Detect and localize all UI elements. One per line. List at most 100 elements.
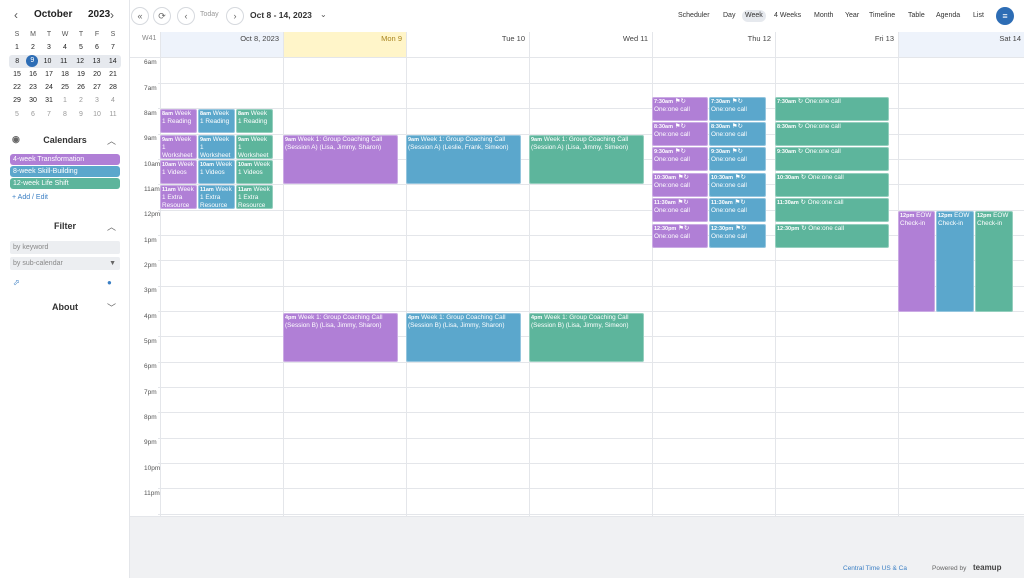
mini-day[interactable]: 5 — [9, 108, 25, 121]
view-tab-day[interactable]: Day — [720, 10, 738, 22]
event[interactable]: 11am Week 1 Extra Resource — [198, 185, 235, 209]
add-edit-calendars-link[interactable]: + Add / Edit — [12, 194, 48, 201]
mini-day-today[interactable]: 9 — [26, 54, 39, 67]
view-tab-month[interactable]: Month — [811, 10, 836, 22]
day-header-mon[interactable]: Mon 9 — [283, 32, 406, 58]
event[interactable]: 8am Week 1 Reading — [198, 109, 235, 133]
menu-icon[interactable]: ≡ — [996, 7, 1014, 25]
event[interactable]: 12pm EOW Check-in — [975, 211, 1013, 312]
event[interactable]: 12:30pm ⚑↻ One:one call — [652, 224, 708, 248]
mini-day[interactable]: 30 — [25, 94, 41, 107]
event[interactable]: 9am Week 1: Group Coaching Call (Session… — [283, 135, 398, 184]
mini-day[interactable]: 22 — [9, 81, 25, 94]
chevron-down-icon[interactable]: ﹀ — [107, 301, 116, 314]
keyword-filter-input[interactable]: by keyword — [10, 241, 120, 254]
calendar-item-12-week[interactable]: 12-week Life Shift — [10, 178, 120, 189]
event[interactable]: 4pm Week 1: Group Coaching Call (Session… — [529, 313, 644, 362]
chevron-up-icon[interactable]: ︿ — [107, 220, 116, 233]
mini-day[interactable]: 1 — [57, 94, 73, 107]
event[interactable]: 4pm Week 1: Group Coaching Call (Session… — [283, 313, 398, 362]
refresh-button[interactable]: ⟳ — [153, 7, 171, 25]
help-icon[interactable]: ● — [107, 278, 112, 287]
event[interactable]: 12:30pm ⚑↻ One:one call — [709, 224, 766, 248]
mini-day[interactable]: 5 — [73, 41, 89, 54]
event[interactable]: 10:30am ⚑↻ One:one call — [709, 173, 766, 197]
view-tab-agenda[interactable]: Agenda — [933, 10, 963, 22]
day-header-thu[interactable]: Thu 12 — [652, 32, 775, 58]
mini-day[interactable]: 15 — [9, 68, 25, 81]
mini-day[interactable]: 21 — [105, 68, 121, 81]
day-header-fri[interactable]: Fri 13 — [775, 32, 898, 58]
day-header-sun[interactable]: Oct 8, 2023 — [160, 32, 283, 58]
event[interactable]: 10:30am ⚑↻ One:one call — [652, 173, 708, 197]
mini-day[interactable]: 4 — [105, 94, 121, 107]
mini-day[interactable]: 31 — [41, 94, 57, 107]
next-month-button[interactable]: › — [110, 8, 114, 22]
view-tab-scheduler[interactable]: Scheduler — [675, 10, 713, 22]
event[interactable]: 4pm Week 1: Group Coaching Call (Session… — [406, 313, 521, 362]
event[interactable]: 9am Week 1 Worksheet — [198, 135, 235, 159]
prev-week-button[interactable]: ‹ — [177, 7, 195, 25]
mini-day[interactable]: 6 — [89, 41, 105, 54]
mini-day[interactable]: 2 — [73, 94, 89, 107]
calendar-item-8-week[interactable]: 8-week Skill-Building — [10, 166, 120, 177]
filter-section-header[interactable]: Filter ︿ — [10, 219, 120, 235]
view-tab-timeline[interactable]: Timeline — [866, 10, 898, 22]
view-tab-list[interactable]: List — [970, 10, 987, 22]
event[interactable]: 9am Week 1: Group Coaching Call (Session… — [406, 135, 521, 184]
mini-day[interactable]: 7 — [41, 108, 57, 121]
event[interactable]: 8am Week 1 Reading — [236, 109, 273, 133]
mini-day[interactable]: 13 — [88, 55, 104, 68]
mini-day[interactable]: 19 — [73, 68, 89, 81]
event[interactable]: 9:30am ⚑↻ One:one call — [709, 147, 766, 171]
mini-day[interactable]: 17 — [41, 68, 57, 81]
mini-day[interactable]: 29 — [9, 94, 25, 107]
event[interactable]: 10am Week 1 Videos — [160, 160, 197, 184]
calendars-section-header[interactable]: ◉ Calendars ︿ — [10, 133, 120, 149]
view-tab-week[interactable]: Week — [742, 10, 766, 22]
collapse-sidebar-button[interactable]: « — [131, 7, 149, 25]
mini-day[interactable]: 2 — [25, 41, 41, 54]
mini-day[interactable]: 3 — [89, 94, 105, 107]
mini-day[interactable]: 9 — [73, 108, 89, 121]
event[interactable]: 7:30am ⚑↻ One:one call — [709, 97, 766, 121]
mini-day[interactable]: 18 — [57, 68, 73, 81]
event[interactable]: 9:30am ↻ One:one call — [775, 147, 889, 171]
mini-day[interactable]: 11 — [56, 55, 72, 68]
day-header-sat[interactable]: Sat 14 — [898, 32, 1024, 58]
mini-day[interactable]: 20 — [89, 68, 105, 81]
event[interactable]: 8:30am ↻ One:one call — [775, 122, 889, 146]
event[interactable]: 11:30am ⚑↻ One:one call — [709, 198, 766, 222]
teamup-logo[interactable]: teamup — [973, 563, 1001, 572]
day-header-wed[interactable]: Wed 11 — [529, 32, 652, 58]
mini-day[interactable]: 12 — [72, 55, 88, 68]
event[interactable]: 12:30pm ↻ One:one call — [775, 224, 889, 248]
prev-month-button[interactable]: ‹ — [14, 8, 18, 22]
event[interactable]: 9am Week 1 Worksheet — [236, 135, 273, 159]
mini-day[interactable]: 10 — [39, 55, 55, 68]
event[interactable]: 12pm EOW Check-in — [898, 211, 935, 312]
event[interactable]: 7:30am ⚑↻ One:one call — [652, 97, 708, 121]
mini-day[interactable]: 8 — [9, 55, 25, 68]
share-icon[interactable]: ⬀ — [13, 278, 20, 287]
next-week-button[interactable]: › — [226, 7, 244, 25]
event[interactable]: 11:30am ⚑↻ One:one call — [652, 198, 708, 222]
event[interactable]: 10:30am ↻ One:one call — [775, 173, 889, 197]
mini-day[interactable]: 28 — [105, 81, 121, 94]
view-tab-4-weeks[interactable]: 4 Weeks — [771, 10, 804, 22]
date-range-selector[interactable]: Oct 8 - 14, 2023 — [250, 10, 312, 20]
chevron-up-icon[interactable]: ︿ — [107, 134, 116, 147]
mini-day[interactable]: 14 — [105, 55, 121, 68]
mini-day[interactable]: 26 — [73, 81, 89, 94]
event[interactable]: 7:30am ↻ One:one call — [775, 97, 889, 121]
mini-day[interactable]: 16 — [25, 68, 41, 81]
event[interactable]: 11am Week 1 Extra Resource — [160, 185, 197, 209]
calendar-item-4-week[interactable]: 4-week Transformation — [10, 154, 120, 165]
event[interactable]: 9:30am ⚑↻ One:one call — [652, 147, 708, 171]
event[interactable]: 8:30am ⚑↻ One:one call — [652, 122, 708, 146]
mini-day[interactable]: 3 — [41, 41, 57, 54]
event[interactable]: 10am Week 1 Videos — [236, 160, 273, 184]
mini-day[interactable]: 24 — [41, 81, 57, 94]
mini-day[interactable]: 10 — [89, 108, 105, 121]
mini-day[interactable]: 8 — [57, 108, 73, 121]
